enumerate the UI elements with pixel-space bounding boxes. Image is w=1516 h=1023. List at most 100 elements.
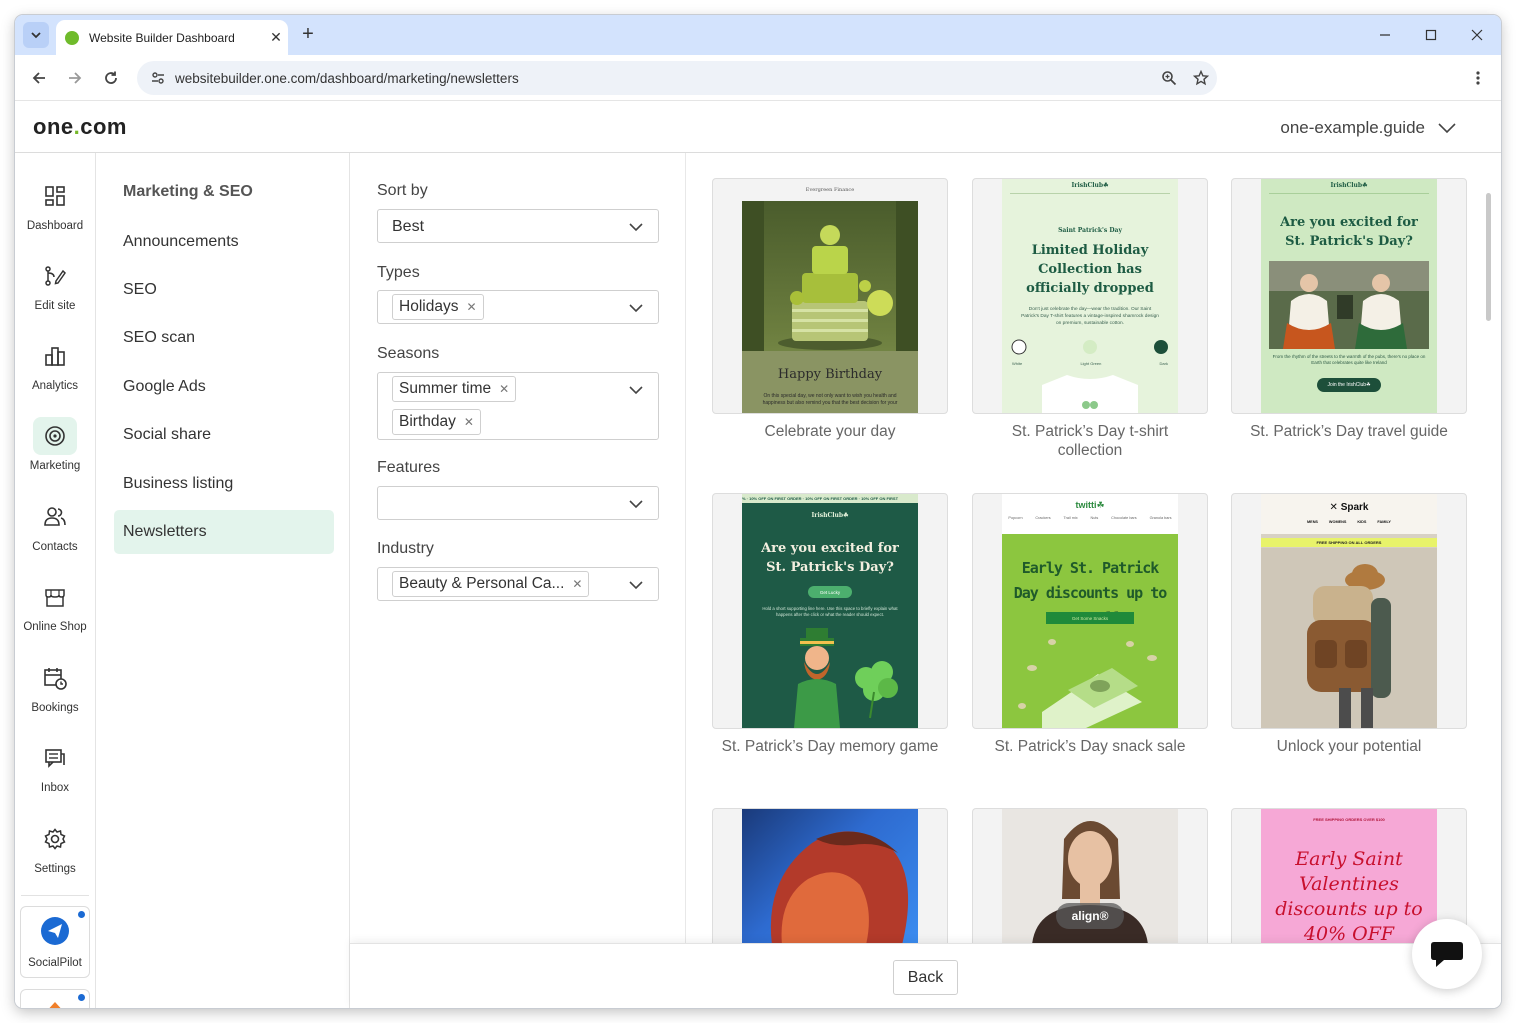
browser-window: Website Builder Dashboard ✕ + websitebui… (15, 15, 1501, 1008)
subnav-item-announcements[interactable]: Announcements (114, 220, 334, 264)
chat-bubble-icon (1431, 942, 1463, 967)
thumb-art: Happy Birthday On this special day, we n… (742, 201, 918, 413)
rail-item-analytics[interactable]: Analytics (15, 337, 95, 409)
subnav-item-google-ads[interactable]: Google Ads (114, 365, 334, 409)
zoom-icon[interactable] (1153, 70, 1185, 86)
app-header: one.com one-example.guide (15, 102, 1501, 153)
template-title: Celebrate your day (764, 423, 896, 440)
browser-menu-button[interactable] (1467, 67, 1489, 89)
app-logo-icon (42, 1000, 68, 1008)
template-card[interactable]: align® (972, 808, 1208, 943)
industry-select[interactable]: Beauty & Personal Ca... ✕ (377, 567, 659, 601)
types-label: Types (377, 264, 420, 281)
chip-remove-icon[interactable]: ✕ (464, 415, 474, 429)
rail-item-bookings[interactable]: Bookings (15, 659, 95, 731)
new-tab-button[interactable]: + (297, 24, 319, 46)
tab-strip: Website Builder Dashboard ✕ + (15, 15, 1501, 55)
tab-search-button[interactable] (23, 22, 49, 48)
template-card[interactable]: % · 10% OFF ON FIRST ORDER · 10% OFF ON … (712, 493, 948, 756)
thumb-art: IrishClub☘ Saint Patrick's Day Limited H… (1002, 179, 1178, 413)
minimize-button[interactable] (1375, 25, 1395, 45)
rail-item-marketing[interactable]: Marketing (15, 417, 95, 489)
rail-label: Bookings (31, 702, 79, 714)
app-card-partial[interactable] (20, 989, 90, 1008)
chip-label: Holidays (399, 298, 459, 315)
chip-beauty[interactable]: Beauty & Personal Ca... ✕ (392, 571, 590, 597)
forward-nav-button[interactable] (64, 67, 86, 89)
template-card[interactable]: ✕ Spark MENS WOMENS KIDS FAMILY FREE SHI… (1231, 493, 1467, 756)
subnav-item-newsletters[interactable]: Newsletters (114, 510, 334, 554)
subnav-item-business-listing[interactable]: Business listing (114, 462, 334, 506)
template-thumbnail[interactable]: ✕ Spark MENS WOMENS KIDS FAMILY FREE SHI… (1231, 493, 1467, 729)
thumb-nav-item: Crackers (1035, 516, 1051, 520)
target-icon (33, 417, 77, 455)
chip-holidays[interactable]: Holidays ✕ (392, 294, 484, 320)
close-window-button[interactable] (1467, 25, 1487, 45)
template-thumbnail[interactable]: align® (972, 808, 1208, 943)
thumb-nav-item: MENS (1307, 520, 1318, 524)
template-title: St. Patrick’s Day t-shirt collection (1011, 423, 1169, 459)
template-card[interactable]: IrishClub☘ Saint Patrick's Day Limited H… (972, 178, 1208, 460)
rail-item-settings[interactable]: Settings (15, 820, 95, 892)
back-nav-button[interactable] (28, 67, 50, 89)
chip-remove-icon[interactable]: ✕ (572, 577, 582, 591)
thumb-nav-item: KIDS (1357, 520, 1367, 524)
rail-item-edit-site[interactable]: Edit site (15, 257, 95, 329)
rail-item-inbox[interactable]: Inbox (15, 739, 95, 811)
app-socialpilot[interactable]: SocialPilot (20, 906, 90, 978)
chip-remove-icon[interactable]: ✕ (466, 300, 476, 314)
subnav-item-social-share[interactable]: Social share (114, 413, 334, 457)
rail-item-dashboard[interactable]: Dashboard (15, 177, 95, 249)
template-thumbnail[interactable]: twitti☘ Popcorn Crackers Trail mix Nuts … (972, 493, 1208, 729)
thumb-cta: Join the IrishClub☘ (1317, 378, 1381, 392)
thumb-cta: Get Some Snacks (1046, 612, 1134, 624)
maximize-button[interactable] (1421, 25, 1441, 45)
chevron-down-icon (629, 304, 643, 313)
reload-button[interactable] (100, 67, 122, 89)
chat-button[interactable] (1412, 919, 1482, 989)
industry-label: Industry (377, 540, 434, 557)
thumb-body: On this special day, we not only want to… (762, 393, 898, 406)
address-bar[interactable]: websitebuilder.one.com/dashboard/marketi… (137, 61, 1217, 95)
grid-scrollbar[interactable] (1486, 193, 1491, 321)
url-text[interactable]: websitebuilder.one.com/dashboard/marketi… (175, 71, 1153, 86)
notification-dot (78, 994, 85, 1001)
template-card[interactable]: twitti☘ Popcorn Crackers Trail mix Nuts … (972, 493, 1208, 756)
chip-summer-time[interactable]: Summer time ✕ (392, 376, 517, 402)
rail-item-online-shop[interactable]: Online Shop (15, 578, 95, 650)
template-thumbnail[interactable]: Evergreen Finance Happy Birthday On this… (712, 178, 948, 414)
filters-panel: Sort by Best Types Holidays ✕ Seasons Sum… (350, 153, 686, 943)
template-card[interactable] (712, 808, 948, 943)
template-card[interactable]: IrishClub☘ Are you excited for St. Patri… (1231, 178, 1467, 441)
site-info-icon[interactable] (143, 70, 173, 86)
chip-birthday[interactable]: Birthday ✕ (392, 409, 481, 435)
types-select[interactable]: Holidays ✕ (377, 290, 659, 324)
chip-label: Birthday (399, 413, 456, 430)
domain-selector[interactable]: one-example.guide (1280, 118, 1457, 138)
template-card[interactable]: Evergreen Finance Happy Birthday On this… (712, 178, 948, 441)
template-thumbnail[interactable]: IrishClub☘ Saint Patrick's Day Limited H… (972, 178, 1208, 414)
subnav-item-seo[interactable]: SEO (114, 268, 334, 312)
subnav-item-seo-scan[interactable]: SEO scan (114, 316, 334, 360)
features-select[interactable] (377, 486, 659, 520)
bookmark-star-icon[interactable] (1185, 70, 1217, 86)
chip-remove-icon[interactable]: ✕ (499, 382, 509, 396)
rail-label: Marketing (29, 460, 81, 472)
grid-icon (33, 177, 77, 215)
back-button[interactable]: Back (893, 960, 958, 995)
tab-title: Website Builder Dashboard (89, 30, 235, 45)
template-title: St. Patrick’s Day travel guide (1250, 423, 1448, 440)
browser-tab[interactable]: Website Builder Dashboard ✕ (56, 20, 288, 55)
template-thumbnail[interactable]: % · 10% OFF ON FIRST ORDER · 10% OFF ON … (712, 493, 948, 729)
tab-close-icon[interactable]: ✕ (264, 29, 288, 46)
rail-item-contacts[interactable]: Contacts (15, 498, 95, 570)
one-com-logo[interactable]: one.com (33, 114, 127, 140)
rail-label: Inbox (40, 782, 70, 794)
rail-label: Analytics (31, 380, 79, 392)
template-thumbnail[interactable]: IrishClub☘ Are you excited for St. Patri… (1231, 178, 1467, 414)
seasons-select[interactable]: Summer time ✕ Birthday ✕ (377, 372, 659, 440)
swatch-label: White (1012, 361, 1023, 366)
sort-select[interactable]: Best (377, 209, 659, 243)
chevron-down-icon (629, 581, 643, 590)
template-thumbnail[interactable] (712, 808, 948, 943)
